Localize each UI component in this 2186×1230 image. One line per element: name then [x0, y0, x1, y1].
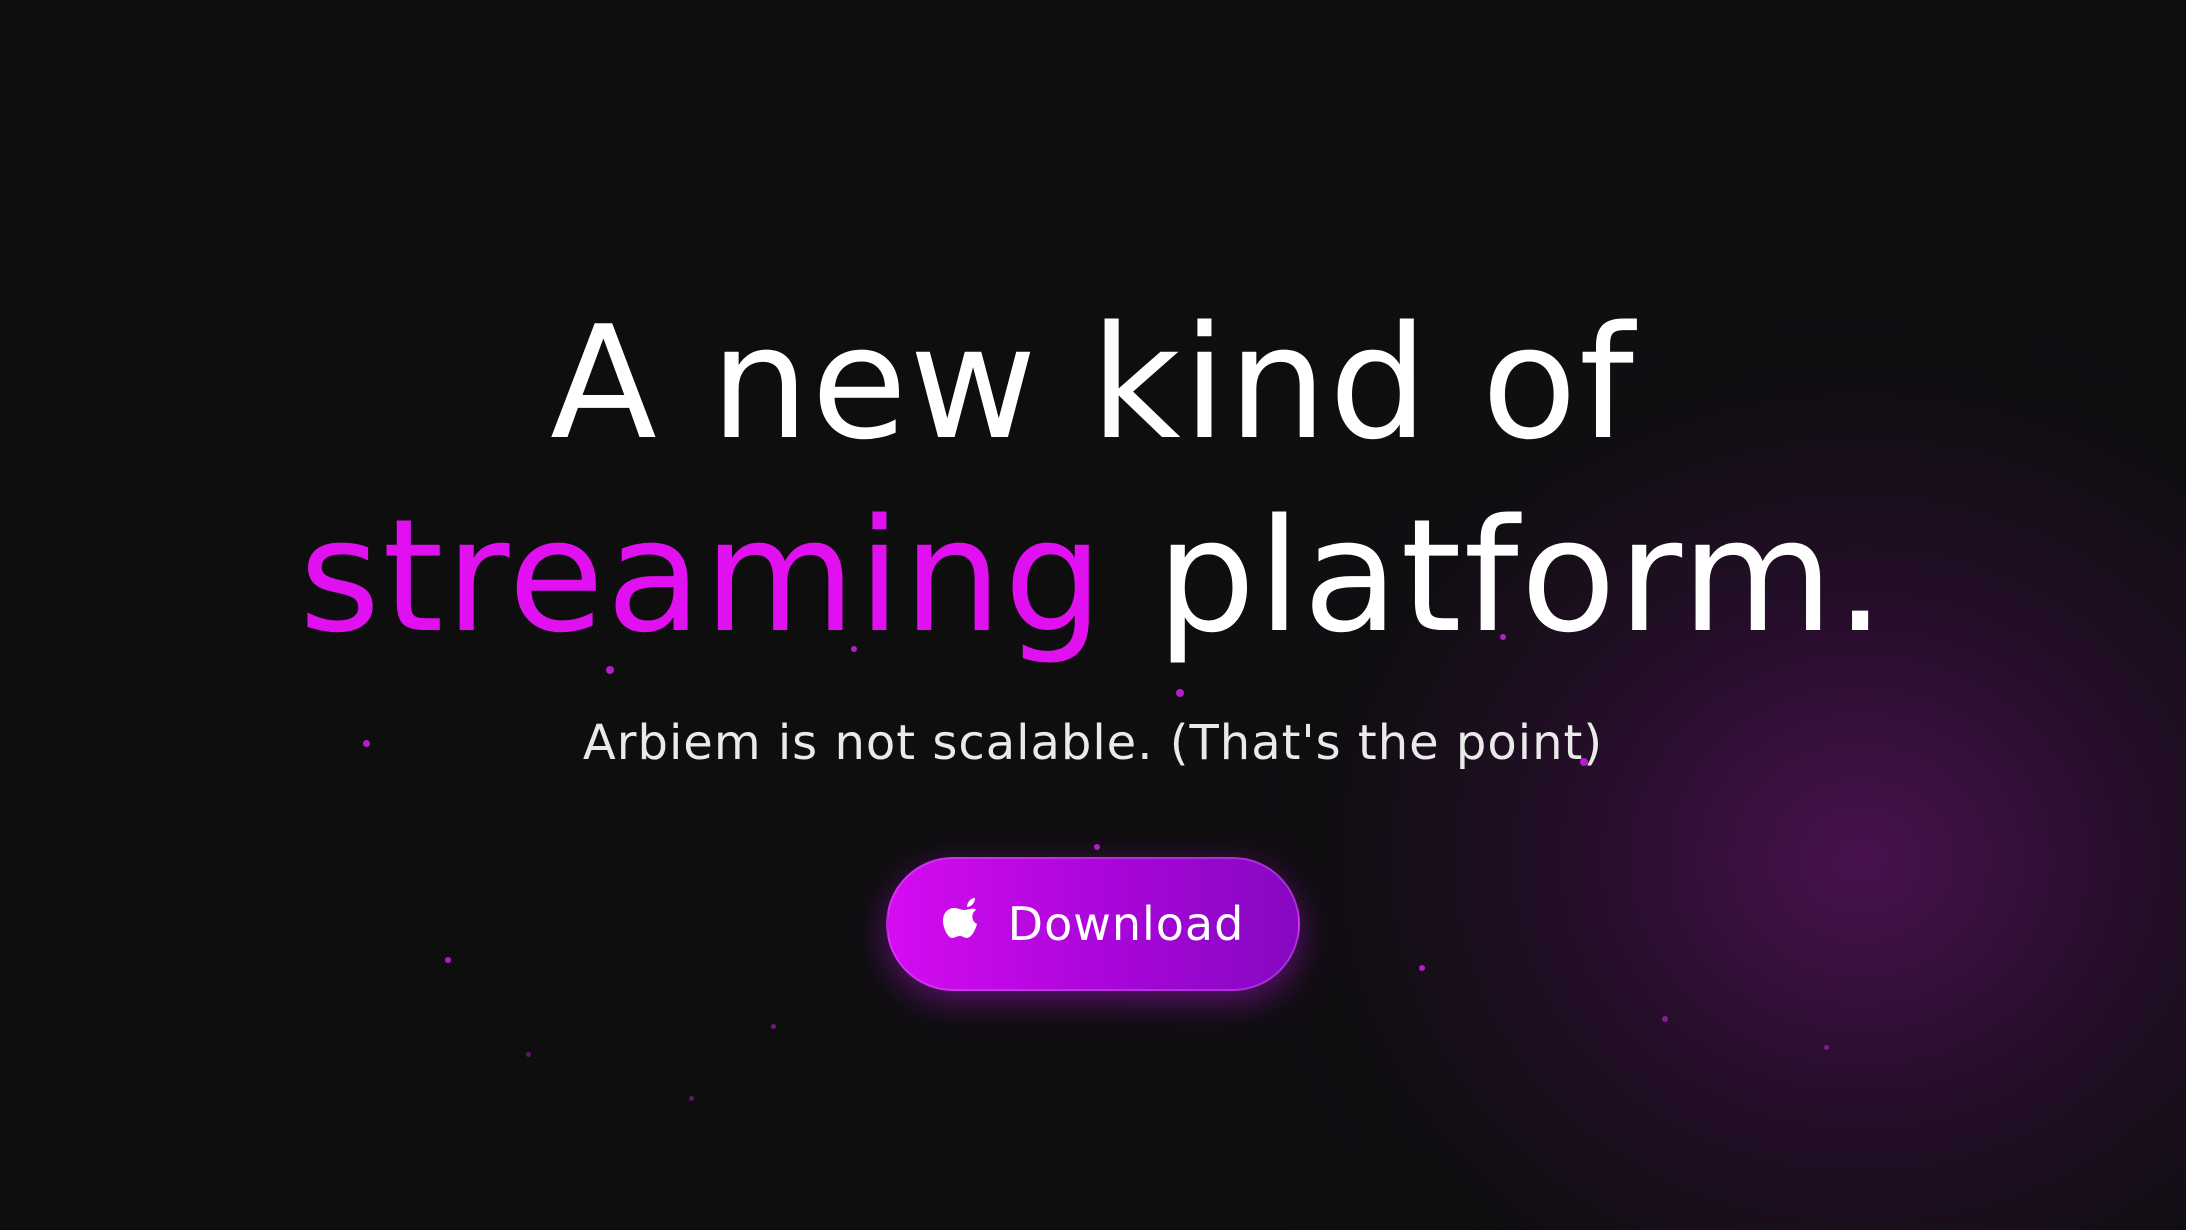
particle-dot [1500, 634, 1506, 640]
particle-dot [1094, 844, 1100, 850]
headline-rest: platform. [1104, 485, 1887, 667]
particle-dot [445, 957, 451, 963]
particle-dot [1176, 689, 1184, 697]
download-button-label: Download [1007, 897, 1245, 951]
headline-accent-word: streaming [299, 485, 1105, 667]
particle-dot [1580, 758, 1588, 766]
download-button[interactable]: Download [886, 857, 1300, 991]
particle-dot [689, 1096, 694, 1101]
hero-page: A new kind of streaming platform. Arbiem… [0, 0, 2186, 1230]
headline-line-2: streaming platform. [0, 498, 2186, 654]
particle-dot [851, 646, 857, 652]
headline-line-1: A new kind of [550, 292, 1636, 474]
particle-dot [363, 740, 370, 747]
particle-dot [1824, 1045, 1829, 1050]
particle-dot [526, 1052, 531, 1057]
hero-subtitle: Arbiem is not scalable. (That's the poin… [582, 715, 1604, 771]
particle-dot [771, 1024, 776, 1029]
particle-dot [1419, 965, 1425, 971]
apple-icon [942, 898, 977, 938]
particle-dot [1662, 1016, 1668, 1022]
particle-dot [606, 666, 614, 674]
